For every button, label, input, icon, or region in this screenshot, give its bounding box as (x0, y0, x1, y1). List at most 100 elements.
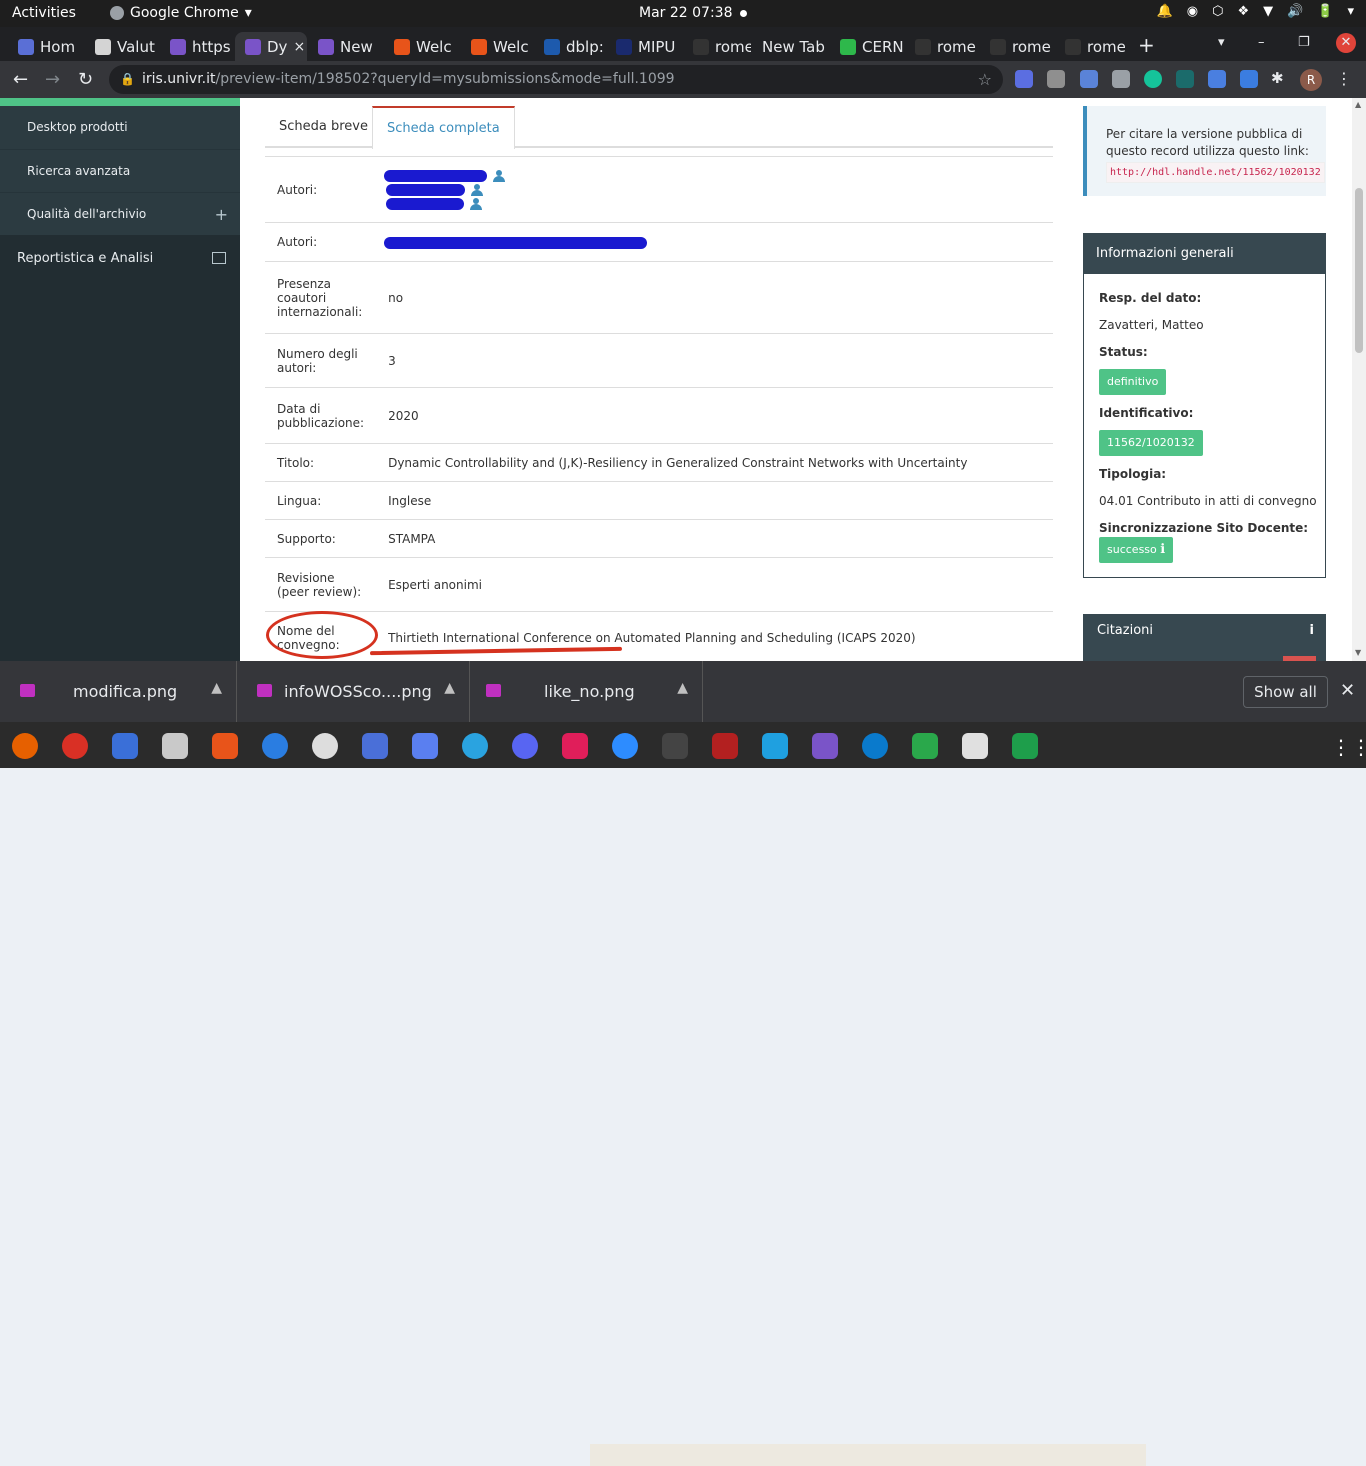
person-icon[interactable] (493, 170, 506, 182)
info-icon[interactable]: ℹ (1160, 542, 1165, 557)
show-all-button[interactable]: Show all (1243, 676, 1328, 708)
lock-icon[interactable]: 🔒 (120, 65, 135, 94)
doc-viewer-icon[interactable] (962, 733, 988, 759)
sidebar-item-reportistica[interactable]: Reportistica e Analisi (0, 237, 240, 281)
tray-icon[interactable]: 🔋 (1317, 4, 1333, 19)
close-downloads-icon[interactable]: ✕ (1340, 680, 1355, 701)
brush-extension-icon[interactable] (1112, 70, 1130, 88)
minimize-icon[interactable]: – (1258, 35, 1265, 50)
discord-icon[interactable] (512, 733, 538, 759)
calculator-icon[interactable] (712, 733, 738, 759)
maximize-icon[interactable]: ❐ (1298, 35, 1310, 50)
handle-link[interactable]: http://hdl.handle.net/11562/1020132 (1106, 162, 1325, 183)
person-icon[interactable] (471, 184, 484, 196)
zoom-extension-icon[interactable] (1015, 70, 1033, 88)
zoom-icon[interactable] (612, 733, 638, 759)
thunderbird-icon[interactable] (112, 733, 138, 759)
screenshot-icon[interactable] (412, 733, 438, 759)
chevron-up-icon[interactable]: ▲ (677, 680, 688, 696)
browser-tab[interactable]: https (160, 32, 234, 61)
tab-scheda-completa[interactable]: Scheda completa (372, 106, 515, 149)
show-apps-icon[interactable]: ⋮⋮ (1331, 735, 1366, 759)
telegram-icon[interactable] (462, 733, 488, 759)
browser-tab[interactable]: New (308, 32, 383, 61)
tray-icon[interactable]: 🔊 (1287, 4, 1303, 19)
browser-tab[interactable]: rome (905, 32, 979, 61)
tasks-icon[interactable] (362, 733, 388, 759)
translate-icon[interactable] (1208, 70, 1226, 88)
browser-icon[interactable] (762, 733, 788, 759)
tray-icon[interactable]: ▾ (1347, 4, 1354, 19)
software-center-icon[interactable] (212, 733, 238, 759)
files-icon[interactable] (162, 733, 188, 759)
favicon-icon (18, 38, 34, 55)
extension-icon[interactable] (1080, 70, 1098, 88)
sidebar-item-ricerca-avanzata[interactable]: Ricerca avanzata (0, 149, 240, 192)
sidebar-item-desktop-prodotti[interactable]: Desktop prodotti (0, 106, 240, 149)
browser-tab[interactable]: rome (1055, 32, 1125, 61)
terminal-icon[interactable] (662, 733, 688, 759)
browser-tab[interactable]: CERN (830, 32, 904, 61)
help-icon[interactable] (262, 733, 288, 759)
browser-tab[interactable]: New Tab (752, 32, 829, 61)
close-tab-icon[interactable]: × (293, 39, 305, 55)
browser-tab[interactable]: rome (980, 32, 1054, 61)
address-bar[interactable]: 🔒 iris.univr.it/preview-item/198502?quer… (109, 65, 1003, 94)
tab-active[interactable]: Dy × (235, 32, 307, 61)
tab-scheda-breve[interactable]: Scheda breve (265, 106, 382, 148)
tray-icon[interactable]: 🔔 (1157, 4, 1173, 19)
tray-icon[interactable]: ◉ (1187, 4, 1198, 19)
tray-icon[interactable]: ❖ (1237, 4, 1249, 19)
browser-tab[interactable]: Hom (8, 32, 84, 61)
obs-icon[interactable] (312, 733, 338, 759)
forward-icon[interactable]: → (45, 69, 60, 90)
chrome-icon[interactable] (62, 733, 88, 759)
browser-tab[interactable]: MIPU (606, 32, 682, 61)
browser-tab[interactable]: rome (683, 32, 751, 61)
page-scrollbar[interactable]: ▲ ▼ (1352, 98, 1366, 661)
download-item[interactable]: infoWOSSco....png ▲ (237, 661, 470, 722)
system-tray[interactable]: 🔔 ◉ ⬡ ❖ ▼ 🔊 🔋 ▾ (1157, 4, 1354, 19)
chevron-up-icon[interactable]: ▲ (444, 680, 455, 696)
extension-icon[interactable] (1176, 70, 1194, 88)
scroll-up-icon[interactable]: ▲ (1355, 100, 1361, 109)
grammarly-icon[interactable] (1144, 70, 1162, 88)
scroll-down-icon[interactable]: ▼ (1355, 648, 1361, 657)
back-icon[interactable]: ← (13, 69, 28, 90)
app-menu[interactable]: Google Chrome ▾ (110, 5, 252, 21)
sync-badge[interactable]: successo ℹ (1099, 537, 1174, 563)
extension-icon[interactable] (1047, 70, 1065, 88)
browser-tab[interactable]: Welc (461, 32, 533, 61)
spreadsheet-icon[interactable] (1012, 733, 1038, 759)
puzzle-icon[interactable]: ✱ (1271, 69, 1284, 87)
scrollbar-thumb[interactable] (1355, 188, 1363, 353)
tab-search-icon[interactable]: ▾ (1218, 35, 1225, 50)
download-item[interactable]: modifica.png ▲ (0, 661, 237, 722)
clock[interactable]: Mar 22 07:38 (639, 5, 732, 21)
sidebar-item-qualita-archivio[interactable]: Qualità dell'archivio + (0, 192, 240, 235)
close-window-icon[interactable]: ✕ (1336, 33, 1356, 53)
tray-icon[interactable]: ▼ (1263, 4, 1273, 19)
browser-tab[interactable]: dblp: (534, 32, 605, 61)
browser-tab[interactable]: Valut (85, 32, 159, 61)
tab-label: Valut (117, 37, 155, 56)
bookmark-star-icon[interactable]: ☆ (978, 65, 992, 94)
reload-icon[interactable]: ↻ (78, 69, 93, 90)
tray-icon[interactable]: ⬡ (1212, 4, 1223, 19)
activities-button[interactable]: Activities (12, 5, 76, 21)
new-tab-icon[interactable]: + (1138, 33, 1155, 57)
firefox-icon[interactable] (12, 733, 38, 759)
expand-plus-icon[interactable]: + (215, 193, 228, 236)
profile-avatar[interactable]: R (1300, 69, 1322, 91)
browser-tab[interactable]: Welc (384, 32, 460, 61)
gitkraken-icon[interactable] (912, 733, 938, 759)
chevron-up-icon[interactable]: ▲ (211, 680, 222, 696)
slack-icon[interactable] (562, 733, 588, 759)
extension-icon[interactable] (1240, 70, 1258, 88)
vscode-icon[interactable] (862, 733, 888, 759)
eclipse-icon[interactable] (812, 733, 838, 759)
info-icon[interactable]: i (1310, 614, 1314, 648)
person-icon[interactable] (470, 198, 483, 210)
menu-kebab-icon[interactable]: ⋮ (1336, 69, 1352, 88)
download-item[interactable]: like_no.png ▲ (470, 661, 703, 722)
